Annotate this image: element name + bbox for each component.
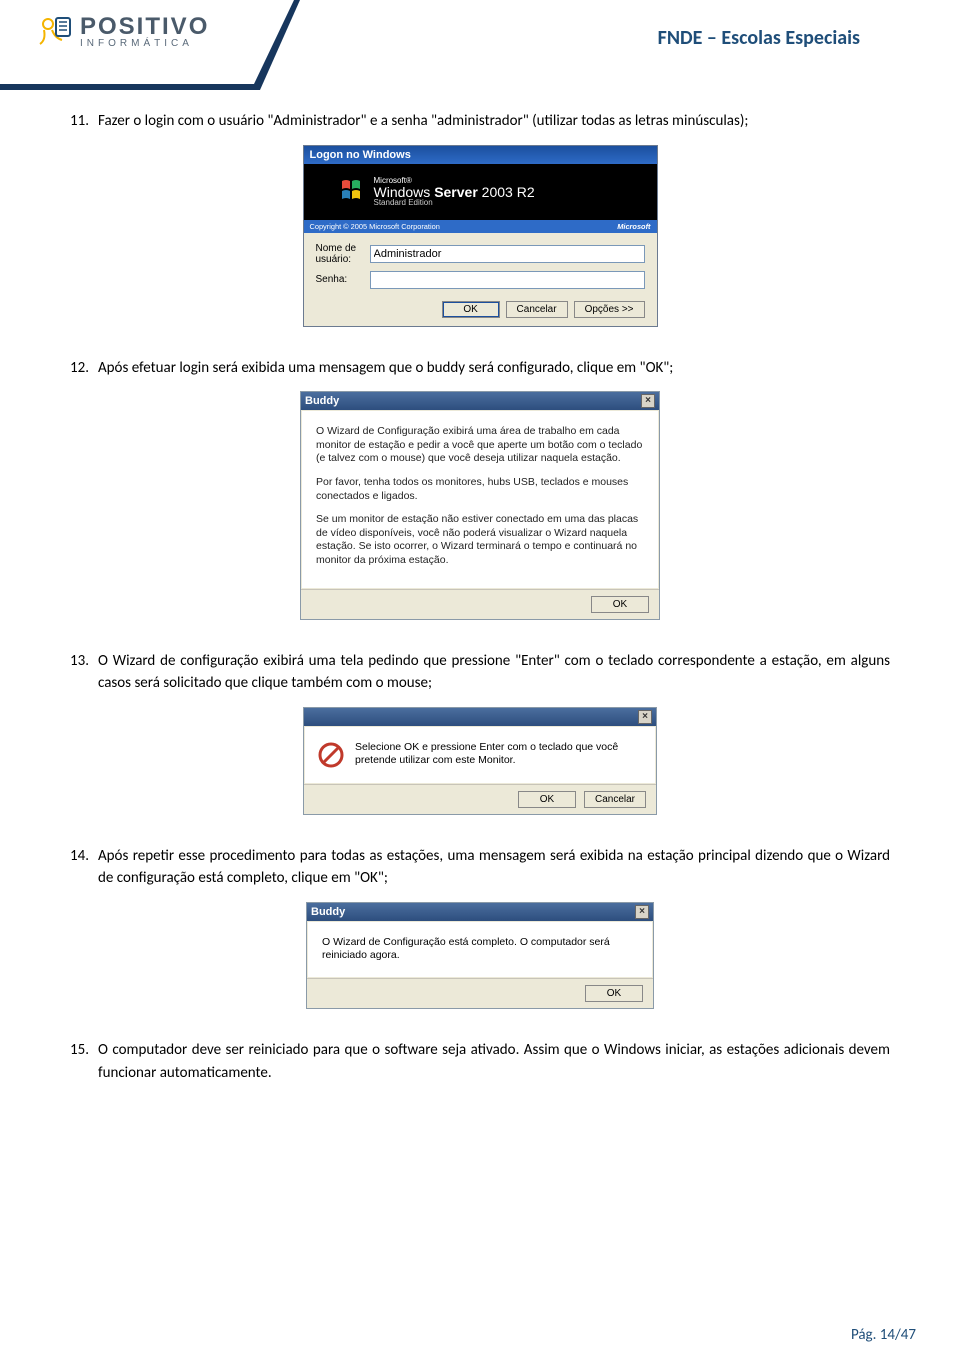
- dialog-titlebar: ×: [304, 708, 656, 726]
- step-13: 13. O Wizard de configuração exibirá uma…: [70, 650, 890, 695]
- username-label: Nome de usuário:: [316, 243, 370, 265]
- step-number: 15.: [70, 1039, 89, 1062]
- dialog-paragraph: Por favor, tenha todos os monitores, hub…: [316, 476, 644, 503]
- logo: POSITIVO INFORMÁTICA: [30, 10, 209, 54]
- copyright-bar: Copyright © 2005 Microsoft Corporation M…: [304, 220, 657, 233]
- logo-text-sub: INFORMÁTICA: [80, 39, 209, 49]
- dialog-paragraph: Se um monitor de estação não estiver con…: [316, 513, 644, 568]
- prohibit-icon: [317, 741, 345, 769]
- ok-button[interactable]: OK: [585, 985, 643, 1002]
- step-text: Após repetir esse procedimento para toda…: [98, 847, 890, 888]
- buddy-wizard-dialog: Buddy × O Wizard de Configuração exibirá…: [300, 391, 660, 620]
- dialog-titlebar: Logon no Windows: [304, 146, 657, 164]
- username-input[interactable]: [370, 245, 645, 263]
- step-14: 14. Após repetir esse procedimento para …: [70, 845, 890, 890]
- options-button[interactable]: Opções >>: [574, 301, 645, 318]
- page-number: Pág. 14/47: [851, 1326, 916, 1344]
- step-text: Fazer o login com o usuário "Administrad…: [98, 112, 748, 130]
- dialog-paragraph: O Wizard de Configuração exibirá uma áre…: [316, 425, 644, 466]
- step-text: O Wizard de configuração exibirá uma tel…: [98, 652, 890, 693]
- ok-button[interactable]: OK: [442, 301, 500, 318]
- edition-label: Standard Edition: [374, 199, 535, 207]
- cancel-button[interactable]: Cancelar: [506, 301, 568, 318]
- step-text: O computador deve ser reiniciado para qu…: [98, 1041, 890, 1082]
- dialog-titlebar: Buddy ×: [307, 903, 653, 921]
- ok-button[interactable]: OK: [518, 791, 576, 808]
- positivo-logo-icon: [30, 10, 74, 54]
- step-number: 13.: [70, 650, 89, 673]
- password-label: Senha:: [316, 274, 370, 285]
- dialog-message: O Wizard de Configuração está completo. …: [322, 936, 638, 963]
- step-number: 14.: [70, 845, 89, 868]
- dialog-titlebar: Buddy ×: [301, 392, 659, 410]
- windows-banner: Microsoft® Windows Server 2003 R2 Standa…: [304, 164, 657, 220]
- product-name: Windows Server 2003 R2: [374, 185, 535, 199]
- windows-flag-icon: [340, 178, 364, 202]
- select-monitor-dialog: × Selecione OK e pressione Enter com o t…: [303, 707, 657, 815]
- step-11: 11. Fazer o login com o usuário "Adminis…: [70, 110, 890, 133]
- close-icon[interactable]: ×: [635, 905, 649, 919]
- close-icon[interactable]: ×: [641, 394, 655, 408]
- ok-button[interactable]: OK: [591, 596, 649, 613]
- step-number: 12.: [70, 357, 89, 380]
- windows-logon-dialog: Logon no Windows Microsoft® Windows Serv…: [303, 145, 658, 327]
- dialog-message: Selecione OK e pressione Enter com o tec…: [355, 741, 643, 768]
- password-input[interactable]: [370, 271, 645, 289]
- cancel-button[interactable]: Cancelar: [584, 791, 646, 808]
- step-number: 11.: [70, 110, 89, 133]
- content: 11. Fazer o login com o usuário "Adminis…: [70, 110, 890, 1096]
- document-title: FNDE – Escolas Especiais: [658, 26, 860, 50]
- step-12: 12. Após efetuar login será exibida uma …: [70, 357, 890, 380]
- step-text: Após efetuar login será exibida uma mens…: [98, 359, 673, 377]
- close-icon[interactable]: ×: [638, 710, 652, 724]
- logo-text-main: POSITIVO: [80, 15, 209, 39]
- step-15: 15. O computador deve ser reiniciado par…: [70, 1039, 890, 1084]
- wizard-complete-dialog: Buddy × O Wizard de Configuração está co…: [306, 902, 654, 1009]
